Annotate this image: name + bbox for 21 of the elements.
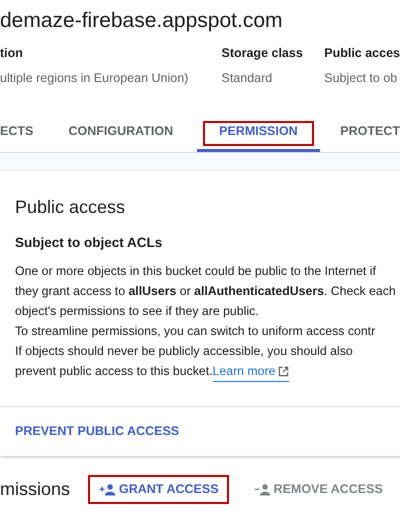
add-person-icon	[98, 482, 117, 496]
detail-label: tion	[0, 45, 24, 62]
card-title: Public access	[15, 196, 126, 219]
tab[interactable]: PERMISSION	[196, 114, 320, 152]
card-subtitle: Subject to object ACLs	[15, 234, 164, 252]
detail-label: Public acces	[324, 45, 400, 62]
detail-value: Subject to ob	[324, 70, 398, 87]
tab[interactable]: PROTECT	[320, 114, 400, 152]
section-title: missions	[0, 478, 72, 500]
external-link-icon	[278, 366, 290, 376]
prevent-public-access-button[interactable]: PREVENT PUBLIC ACCESS	[15, 422, 180, 441]
learn-more-link[interactable]: Learn more	[212, 361, 290, 382]
detail-value: Standard	[221, 70, 274, 87]
tab[interactable]: CONFIGURATION	[47, 114, 194, 152]
remove-person-icon	[252, 482, 272, 496]
bucket-title: demaze-firebase.appspot.com	[0, 8, 284, 34]
grant-access-button[interactable]: GRANT ACCESS	[88, 474, 229, 504]
detail-value: ultiple regions in European Union)	[0, 70, 190, 87]
description-text: One or more objects in this bucket could be public to the Internet if they grant access to allUsers or allAuthenticatedUsers. Check each object's permissions to see if they are public. To streamline permissions, you can switch to uniform access contr If objects should never be publicly accessible, you should also prevent public access to this bucket.Learn more	[15, 261, 396, 382]
tab[interactable]: ECTS	[0, 114, 48, 152]
detail-label: Storage class	[221, 45, 304, 62]
